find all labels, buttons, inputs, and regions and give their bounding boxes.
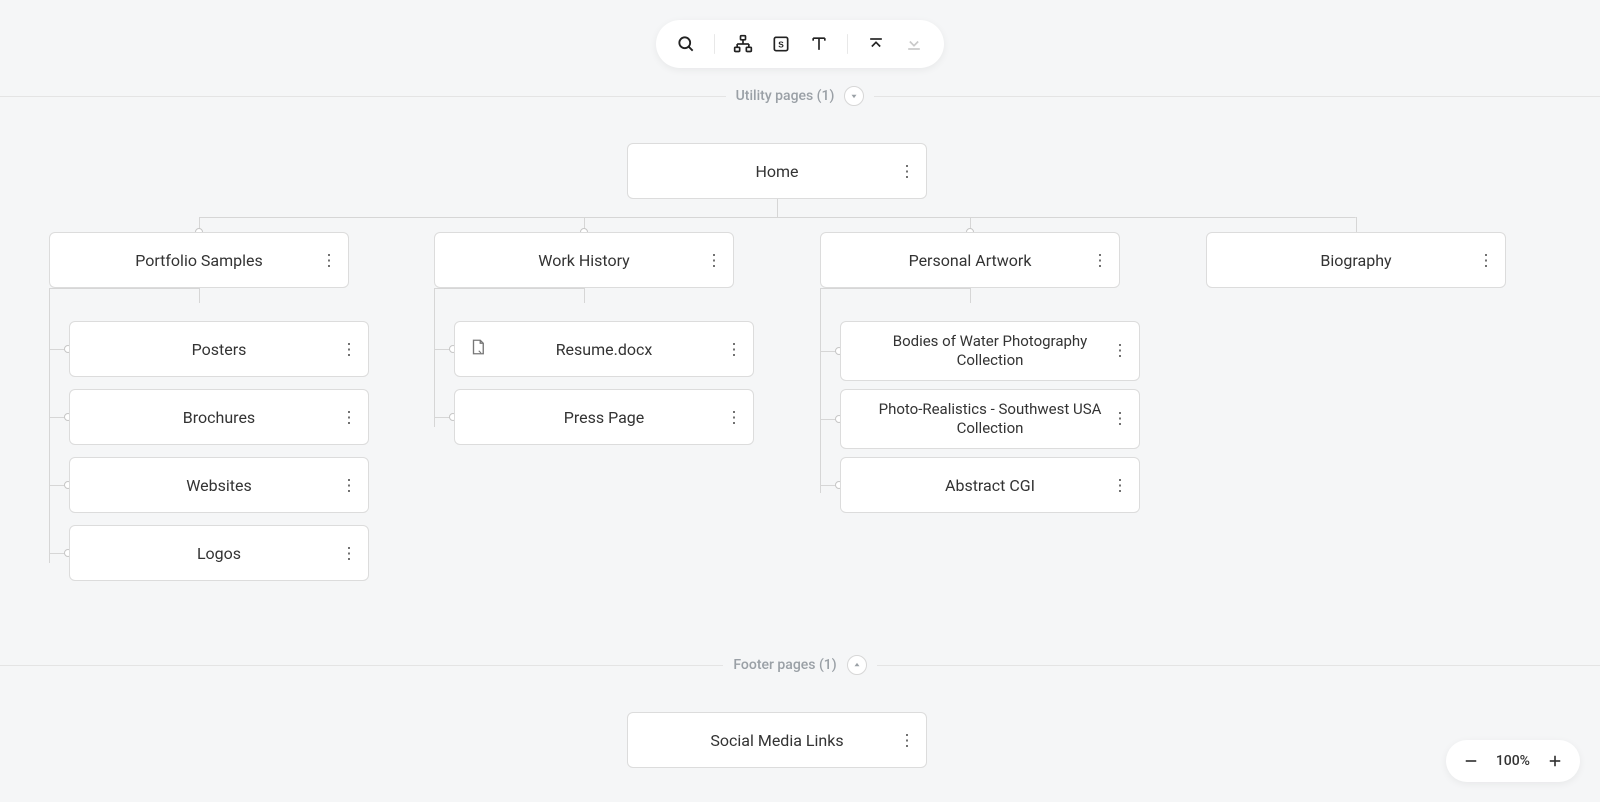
node-menu-icon[interactable]: ⋮: [341, 476, 356, 495]
connector: [970, 288, 971, 303]
connector: [820, 288, 970, 289]
node-menu-icon[interactable]: ⋮: [1112, 476, 1127, 495]
connector: [777, 199, 778, 217]
node-menu-icon[interactable]: ⋮: [1112, 341, 1127, 362]
connector: [584, 288, 585, 303]
zoom-in-button[interactable]: [1544, 750, 1566, 772]
connector: [434, 288, 584, 289]
divider-line: [877, 665, 1600, 666]
search-icon[interactable]: [674, 32, 698, 56]
connector: [820, 288, 821, 493]
node-label: Brochures: [70, 408, 368, 427]
zoom-out-button[interactable]: [1460, 750, 1482, 772]
toolbar-separator: [714, 34, 715, 54]
node-menu-icon[interactable]: ⋮: [1478, 251, 1493, 270]
zoom-level: 100%: [1496, 753, 1530, 769]
node-menu-icon[interactable]: ⋮: [899, 731, 914, 750]
top-toolbar: S: [656, 20, 944, 68]
node-menu-icon[interactable]: ⋮: [341, 544, 356, 563]
node-label: Social Media Links: [628, 731, 926, 750]
text-icon[interactable]: [807, 32, 831, 56]
node-logos[interactable]: Logos ⋮: [69, 525, 369, 581]
node-abstract-cgi[interactable]: Abstract CGI ⋮: [840, 457, 1140, 513]
node-label: Home: [628, 162, 926, 181]
node-personal-artwork[interactable]: Personal Artwork ⋮: [820, 232, 1120, 288]
connector: [434, 288, 435, 427]
node-menu-icon[interactable]: ⋮: [726, 340, 741, 359]
zoom-control: 100%: [1446, 740, 1580, 782]
node-menu-icon[interactable]: ⋮: [726, 408, 741, 427]
collapse-up-icon[interactable]: [864, 32, 888, 56]
node-label: Logos: [70, 544, 368, 563]
node-label: Biography: [1207, 251, 1505, 270]
footer-pages-label: Footer pages (1): [733, 657, 836, 673]
sitemap-icon[interactable]: [731, 32, 755, 56]
node-label: Personal Artwork: [821, 251, 1119, 270]
node-menu-icon[interactable]: ⋮: [341, 340, 356, 359]
utility-pages-toggle[interactable]: [844, 86, 864, 106]
node-menu-icon[interactable]: ⋮: [1092, 251, 1107, 270]
node-label: Bodies of Water Photography Collection: [841, 332, 1139, 371]
node-biography[interactable]: Biography ⋮: [1206, 232, 1506, 288]
node-bodies-of-water[interactable]: Bodies of Water Photography Collection ⋮: [840, 321, 1140, 381]
svg-text:S: S: [778, 39, 784, 49]
node-press-page[interactable]: Press Page ⋮: [454, 389, 754, 445]
toolbar-separator: [847, 34, 848, 54]
node-label: Resume.docx: [455, 340, 753, 359]
node-label: Websites: [70, 476, 368, 495]
node-label: Work History: [435, 251, 733, 270]
node-photo-realistics[interactable]: Photo-Realistics - Southwest USA Collect…: [840, 389, 1140, 449]
node-brochures[interactable]: Brochures ⋮: [69, 389, 369, 445]
node-work-history[interactable]: Work History ⋮: [434, 232, 734, 288]
footer-pages-toggle[interactable]: [847, 655, 867, 675]
node-menu-icon[interactable]: ⋮: [706, 251, 721, 270]
node-menu-icon[interactable]: ⋮: [899, 162, 914, 181]
section-icon[interactable]: S: [769, 32, 793, 56]
connector: [199, 217, 1356, 218]
node-label: Press Page: [455, 408, 753, 427]
node-websites[interactable]: Websites ⋮: [69, 457, 369, 513]
divider-line: [0, 665, 723, 666]
divider-line: [0, 96, 726, 97]
node-label: Abstract CGI: [841, 476, 1139, 495]
node-home[interactable]: Home ⋮: [627, 143, 927, 199]
node-portfolio-samples[interactable]: Portfolio Samples ⋮: [49, 232, 349, 288]
node-posters[interactable]: Posters ⋮: [69, 321, 369, 377]
node-label: Photo-Realistics - Southwest USA Collect…: [841, 400, 1139, 439]
footer-pages-divider: Footer pages (1): [0, 655, 1600, 675]
connector: [49, 288, 50, 563]
connector: [49, 288, 199, 289]
utility-pages-divider: Utility pages (1): [0, 86, 1600, 106]
divider-line: [874, 96, 1600, 97]
expand-down-icon[interactable]: [902, 32, 926, 56]
connector: [199, 288, 200, 303]
connector: [1356, 217, 1357, 232]
node-label: Posters: [70, 340, 368, 359]
node-resume-docx[interactable]: Resume.docx ⋮: [454, 321, 754, 377]
utility-pages-label: Utility pages (1): [736, 88, 835, 104]
node-menu-icon[interactable]: ⋮: [341, 408, 356, 427]
node-menu-icon[interactable]: ⋮: [321, 251, 336, 270]
node-label: Portfolio Samples: [50, 251, 348, 270]
file-icon: [469, 338, 487, 360]
node-menu-icon[interactable]: ⋮: [1112, 409, 1127, 430]
node-social-media-links[interactable]: Social Media Links ⋮: [627, 712, 927, 768]
